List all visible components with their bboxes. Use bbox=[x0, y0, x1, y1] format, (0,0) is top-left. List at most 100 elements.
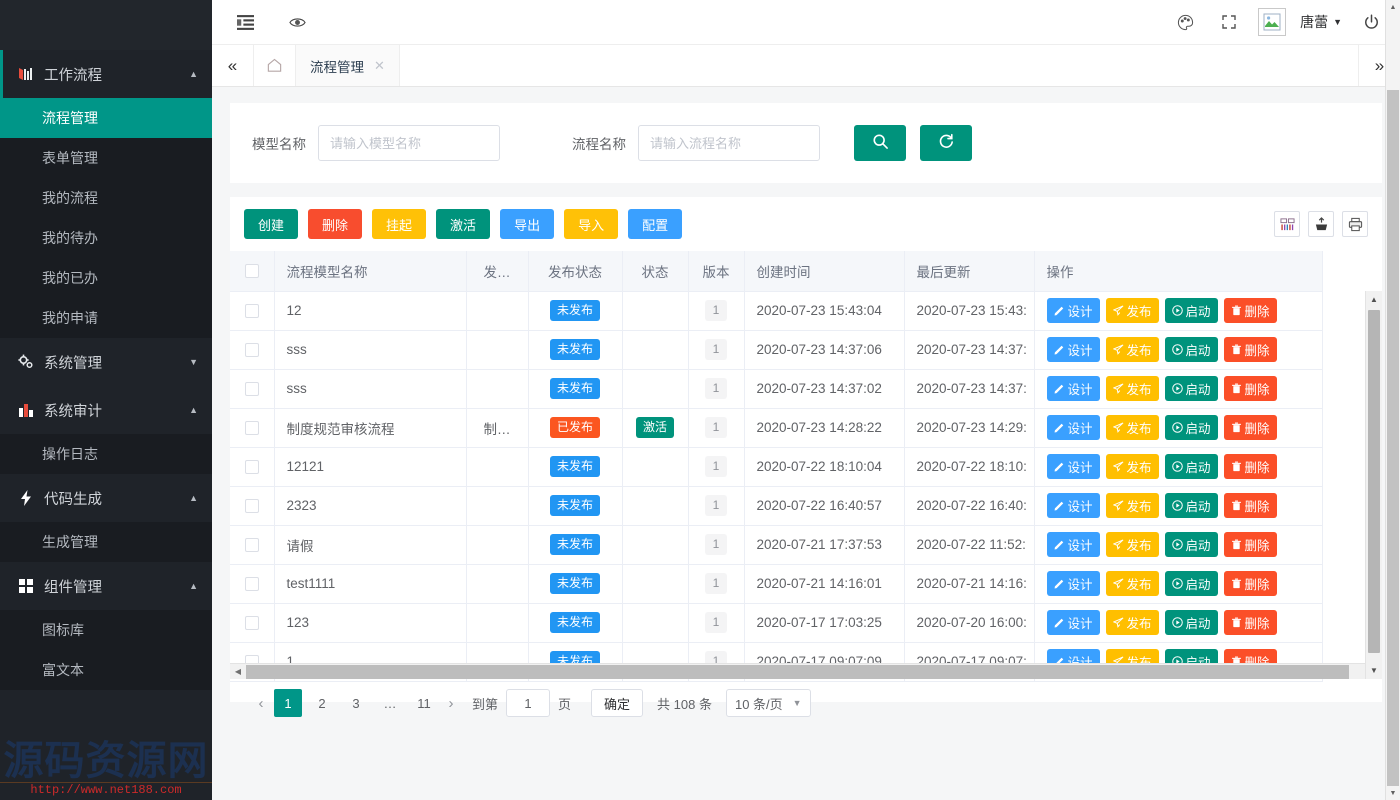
prev-page-button[interactable]: ‹ bbox=[248, 689, 274, 717]
table-row[interactable]: 123未发布12020-07-17 17:03:252020-07-20 16:… bbox=[230, 603, 1322, 642]
table-row[interactable]: sss未发布12020-07-23 14:37:062020-07-23 14:… bbox=[230, 330, 1322, 369]
table-row[interactable]: 制度规范审核流程制…已发布激活12020-07-23 14:28:222020-… bbox=[230, 408, 1322, 447]
action-button-删除[interactable]: 删除 bbox=[1224, 454, 1277, 479]
row-checkbox[interactable] bbox=[245, 304, 259, 318]
page-size-select[interactable]: 10 条/页 ▼ bbox=[726, 689, 811, 717]
action-button-设计[interactable]: 设计 bbox=[1047, 376, 1100, 401]
row-checkbox[interactable] bbox=[245, 538, 259, 552]
eye-icon[interactable] bbox=[282, 7, 312, 37]
row-checkbox[interactable] bbox=[245, 499, 259, 513]
sidebar-group-4[interactable]: 组件管理▲ bbox=[0, 562, 212, 610]
action-button-删除[interactable]: 删除 bbox=[1224, 571, 1277, 596]
action-button-发布[interactable]: 发布 bbox=[1106, 610, 1159, 635]
avatar[interactable] bbox=[1258, 8, 1286, 36]
sidebar-item-0-1[interactable]: 表单管理 bbox=[0, 138, 212, 178]
page-number-0[interactable]: 1 bbox=[274, 689, 302, 717]
action-button-发布[interactable]: 发布 bbox=[1106, 415, 1159, 440]
export-icon[interactable] bbox=[1308, 211, 1334, 237]
action-button-设计[interactable]: 设计 bbox=[1047, 298, 1100, 323]
tabs-collapse-icon[interactable]: « bbox=[212, 45, 254, 86]
action-button-设计[interactable]: 设计 bbox=[1047, 610, 1100, 635]
next-page-button[interactable]: › bbox=[438, 689, 464, 717]
tab-liucheng-guanli[interactable]: 流程管理 ✕ bbox=[296, 45, 400, 86]
action-button-发布[interactable]: 发布 bbox=[1106, 532, 1159, 557]
toolbar-button-4[interactable]: 导出 bbox=[500, 209, 554, 239]
sidebar-item-0-3[interactable]: 我的待办 bbox=[0, 218, 212, 258]
user-menu[interactable]: 唐蕾 ▼ bbox=[1300, 12, 1342, 32]
jump-page-input[interactable] bbox=[506, 689, 550, 717]
action-button-设计[interactable]: 设计 bbox=[1047, 532, 1100, 557]
page-number-4[interactable]: 11 bbox=[410, 689, 438, 717]
table-vertical-scrollbar[interactable]: ▲ ▼ bbox=[1365, 291, 1382, 679]
sidebar-group-3[interactable]: 代码生成▲ bbox=[0, 474, 212, 522]
horizontal-scroll-thumb[interactable] bbox=[246, 665, 1349, 679]
action-button-设计[interactable]: 设计 bbox=[1047, 493, 1100, 518]
sidebar-group-2[interactable]: 系统审计▲ bbox=[0, 386, 212, 434]
action-button-发布[interactable]: 发布 bbox=[1106, 493, 1159, 518]
toolbar-button-2[interactable]: 挂起 bbox=[372, 209, 426, 239]
toolbar-button-0[interactable]: 创建 bbox=[244, 209, 298, 239]
action-button-删除[interactable]: 删除 bbox=[1224, 376, 1277, 401]
action-button-启动[interactable]: 启动 bbox=[1165, 337, 1218, 362]
scroll-down-icon[interactable]: ▼ bbox=[1366, 662, 1382, 679]
row-checkbox[interactable] bbox=[245, 343, 259, 357]
page-number-2[interactable]: 3 bbox=[342, 689, 370, 717]
table-horizontal-scrollbar[interactable]: ◀ bbox=[230, 663, 1365, 679]
row-checkbox[interactable] bbox=[245, 421, 259, 435]
toolbar-button-5[interactable]: 导入 bbox=[564, 209, 618, 239]
action-button-删除[interactable]: 删除 bbox=[1224, 610, 1277, 635]
action-button-删除[interactable]: 删除 bbox=[1224, 415, 1277, 440]
close-icon[interactable]: ✕ bbox=[374, 58, 385, 74]
action-button-删除[interactable]: 删除 bbox=[1224, 532, 1277, 557]
select-all-checkbox[interactable] bbox=[245, 264, 259, 278]
page-scroll-thumb[interactable] bbox=[1387, 90, 1399, 786]
page-scroll-up-icon[interactable]: ▲ bbox=[1386, 0, 1400, 14]
reset-button[interactable] bbox=[920, 125, 972, 161]
toolbar-button-3[interactable]: 激活 bbox=[436, 209, 490, 239]
row-checkbox[interactable] bbox=[245, 382, 259, 396]
scroll-left-icon[interactable]: ◀ bbox=[230, 664, 246, 680]
table-row[interactable]: 请假未发布12020-07-21 17:37:532020-07-22 11:5… bbox=[230, 525, 1322, 564]
vertical-scroll-thumb[interactable] bbox=[1368, 310, 1380, 653]
toolbar-button-1[interactable]: 删除 bbox=[308, 209, 362, 239]
sidebar-item-4-1[interactable]: 富文本 bbox=[0, 650, 212, 690]
action-button-设计[interactable]: 设计 bbox=[1047, 415, 1100, 440]
action-button-启动[interactable]: 启动 bbox=[1165, 454, 1218, 479]
columns-icon[interactable] bbox=[1274, 211, 1300, 237]
action-button-发布[interactable]: 发布 bbox=[1106, 337, 1159, 362]
page-scrollbar[interactable]: ▲ ▼ bbox=[1385, 0, 1400, 800]
indent-list-icon[interactable] bbox=[230, 7, 260, 37]
table-row[interactable]: test1111未发布12020-07-21 14:16:012020-07-2… bbox=[230, 564, 1322, 603]
sidebar-item-0-2[interactable]: 我的流程 bbox=[0, 178, 212, 218]
action-button-启动[interactable]: 启动 bbox=[1165, 415, 1218, 440]
row-checkbox[interactable] bbox=[245, 577, 259, 591]
confirm-button[interactable]: 确定 bbox=[591, 689, 643, 717]
action-button-删除[interactable]: 删除 bbox=[1224, 298, 1277, 323]
action-button-设计[interactable]: 设计 bbox=[1047, 454, 1100, 479]
sidebar-group-0[interactable]: 工作流程▲ bbox=[0, 50, 212, 98]
toolbar-button-6[interactable]: 配置 bbox=[628, 209, 682, 239]
table-row[interactable]: 12未发布12020-07-23 15:43:042020-07-23 15:4… bbox=[230, 291, 1322, 330]
action-button-发布[interactable]: 发布 bbox=[1106, 376, 1159, 401]
action-button-设计[interactable]: 设计 bbox=[1047, 337, 1100, 362]
action-button-删除[interactable]: 删除 bbox=[1224, 337, 1277, 362]
action-button-删除[interactable]: 删除 bbox=[1224, 493, 1277, 518]
action-button-启动[interactable]: 启动 bbox=[1165, 571, 1218, 596]
action-button-启动[interactable]: 启动 bbox=[1165, 493, 1218, 518]
action-button-启动[interactable]: 启动 bbox=[1165, 532, 1218, 557]
action-button-启动[interactable]: 启动 bbox=[1165, 376, 1218, 401]
table-row[interactable]: 12121未发布12020-07-22 18:10:042020-07-22 1… bbox=[230, 447, 1322, 486]
action-button-发布[interactable]: 发布 bbox=[1106, 571, 1159, 596]
action-button-设计[interactable]: 设计 bbox=[1047, 571, 1100, 596]
action-button-启动[interactable]: 启动 bbox=[1165, 298, 1218, 323]
table-row[interactable]: sss未发布12020-07-23 14:37:022020-07-23 14:… bbox=[230, 369, 1322, 408]
page-number-1[interactable]: 2 bbox=[308, 689, 336, 717]
table-row[interactable]: 2323未发布12020-07-22 16:40:572020-07-22 16… bbox=[230, 486, 1322, 525]
home-icon[interactable] bbox=[254, 45, 296, 86]
sidebar-item-0-0[interactable]: 流程管理 bbox=[0, 98, 212, 138]
model-name-input[interactable] bbox=[318, 125, 500, 161]
sidebar-item-3-0[interactable]: 生成管理 bbox=[0, 522, 212, 562]
sidebar-group-1[interactable]: 系统管理▼ bbox=[0, 338, 212, 386]
row-checkbox[interactable] bbox=[245, 460, 259, 474]
search-button[interactable] bbox=[854, 125, 906, 161]
